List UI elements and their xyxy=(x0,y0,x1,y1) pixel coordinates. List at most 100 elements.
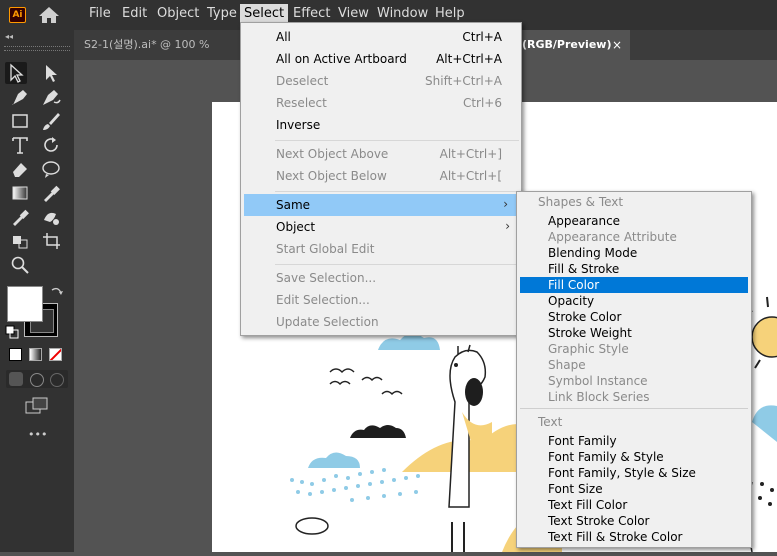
submenu-item-label: Symbol Instance xyxy=(548,374,648,388)
menu-separator xyxy=(275,140,519,141)
menu-item-shortcut: Shift+Ctrl+A xyxy=(425,74,502,88)
swap-fill-stroke-icon[interactable] xyxy=(49,285,63,299)
draw-normal-icon[interactable] xyxy=(9,372,23,386)
menu-item-shortcut: Ctrl+6 xyxy=(462,96,502,110)
menu-item-object[interactable]: Object › xyxy=(242,216,520,238)
menu-edit[interactable]: Edit xyxy=(122,6,147,21)
menu-item-label: All on Active Artboard xyxy=(276,52,407,66)
menu-item-update-selection[interactable]: Update Selection xyxy=(242,311,520,333)
menu-item-all-on-active-artboard[interactable]: All on Active Artboard Alt+Ctrl+A xyxy=(242,48,520,70)
submenu-item-appearance-attribute[interactable]: Appearance Attribute xyxy=(520,229,748,245)
artboard-tool-icon[interactable] xyxy=(40,230,62,252)
same-submenu: Shapes & Text Appearance Appearance Attr… xyxy=(516,191,752,548)
direct-selection-tool-icon[interactable] xyxy=(40,62,62,84)
tab-close-icon[interactable]: × xyxy=(612,30,622,60)
dot-pattern xyxy=(290,468,420,502)
menu-item-shortcut: Alt+Ctrl+] xyxy=(439,147,502,161)
tab-document-1[interactable]: S2-1(설명).ai* @ 100 % (RGB/Pr xyxy=(74,30,240,81)
selection-tool-icon[interactable] xyxy=(5,62,27,84)
menu-item-label: Next Object Below xyxy=(276,169,387,183)
home-icon[interactable] xyxy=(38,6,60,24)
paintbrush-tool-icon[interactable] xyxy=(40,110,62,132)
submenu-item-label: Appearance xyxy=(548,214,621,228)
illustrator-logo: Ai xyxy=(9,7,26,23)
blend-tool-icon[interactable] xyxy=(9,206,31,228)
curvature-tool-icon[interactable] xyxy=(40,86,62,108)
submenu-arrow-icon: › xyxy=(503,197,508,211)
submenu-item-text-stroke-color[interactable]: Text Stroke Color xyxy=(520,513,748,529)
menu-item-next-object-above[interactable]: Next Object Above Alt+Ctrl+] xyxy=(242,143,520,165)
submenu-item-blending-mode[interactable]: Blending Mode xyxy=(520,245,748,261)
submenu-item-link-block-series[interactable]: Link Block Series xyxy=(520,389,748,405)
menu-effect[interactable]: Effect xyxy=(293,6,330,21)
submenu-item-shape[interactable]: Shape xyxy=(520,357,748,373)
submenu-item-font-family[interactable]: Font Family xyxy=(520,433,748,449)
draw-inside-icon[interactable] xyxy=(50,373,64,387)
menu-item-label: Next Object Above xyxy=(276,147,389,161)
more-tools-icon[interactable]: ••• xyxy=(28,428,47,441)
panel-grip[interactable] xyxy=(4,46,70,51)
rectangle-tool-icon[interactable] xyxy=(9,110,31,132)
collapse-panel-icon[interactable]: ◂◂ xyxy=(5,32,13,41)
submenu-item-label: Opacity xyxy=(548,294,595,308)
menu-item-deselect[interactable]: Deselect Shift+Ctrl+A xyxy=(242,70,520,92)
live-paint-tool-icon[interactable] xyxy=(9,230,31,252)
menu-item-all[interactable]: All Ctrl+A xyxy=(242,26,520,48)
none-mode-icon[interactable] xyxy=(49,348,62,361)
submenu-item-label: Text Stroke Color xyxy=(548,514,650,528)
menu-file[interactable]: File xyxy=(89,6,111,21)
warp-tool-icon[interactable] xyxy=(40,158,62,180)
submenu-item-appearance[interactable]: Appearance xyxy=(520,213,748,229)
tab-document-2-title: (RGB/Preview) xyxy=(522,38,612,51)
menu-item-inverse[interactable]: Inverse xyxy=(242,114,520,136)
submenu-header-shapes-text: Shapes & Text xyxy=(538,195,624,209)
submenu-item-font-family-style[interactable]: Font Family & Style xyxy=(520,449,748,465)
menu-item-save-selection[interactable]: Save Selection... xyxy=(242,267,520,289)
rotate-tool-icon[interactable] xyxy=(40,134,62,156)
submenu-item-graphic-style[interactable]: Graphic Style xyxy=(520,341,748,357)
submenu-item-font-size[interactable]: Font Size xyxy=(520,481,748,497)
menu-item-label: All xyxy=(276,30,291,44)
shape-builder-tool-icon[interactable] xyxy=(40,206,62,228)
draw-behind-icon[interactable] xyxy=(30,373,44,387)
submenu-item-label: Font Family, Style & Size xyxy=(548,466,696,480)
pen-tool-icon[interactable] xyxy=(9,86,31,108)
eraser-tool-icon[interactable] xyxy=(9,158,31,180)
menu-item-reselect[interactable]: Reselect Ctrl+6 xyxy=(242,92,520,114)
submenu-item-opacity[interactable]: Opacity xyxy=(520,293,748,309)
submenu-item-stroke-weight[interactable]: Stroke Weight xyxy=(520,325,748,341)
color-mode-icon[interactable] xyxy=(9,348,22,361)
default-colors-icon[interactable] xyxy=(5,325,19,339)
menu-view[interactable]: View xyxy=(338,6,369,21)
gradient-tool-icon[interactable] xyxy=(9,182,31,204)
submenu-item-font-family-style-size[interactable]: Font Family, Style & Size xyxy=(520,465,748,481)
submenu-item-text-fill-stroke-color[interactable]: Text Fill & Stroke Color xyxy=(520,529,748,545)
menu-item-label: Save Selection... xyxy=(276,271,377,285)
submenu-item-label: Link Block Series xyxy=(548,390,650,404)
menu-item-start-global-edit[interactable]: Start Global Edit xyxy=(242,238,520,260)
menu-item-next-object-below[interactable]: Next Object Below Alt+Ctrl+[ xyxy=(242,165,520,187)
menu-separator xyxy=(275,264,519,265)
type-tool-icon[interactable] xyxy=(9,134,31,156)
zoom-tool-icon[interactable] xyxy=(9,254,31,276)
eyedropper-tool-icon[interactable] xyxy=(40,182,62,204)
submenu-item-stroke-color[interactable]: Stroke Color xyxy=(520,309,748,325)
submenu-item-fill-stroke[interactable]: Fill & Stroke xyxy=(520,261,748,277)
menu-item-label: Same xyxy=(276,198,311,212)
submenu-item-label: Fill & Stroke xyxy=(548,262,620,276)
submenu-item-text-fill-color[interactable]: Text Fill Color xyxy=(520,497,748,513)
submenu-item-symbol-instance[interactable]: Symbol Instance xyxy=(520,373,748,389)
menu-select[interactable]: Select xyxy=(240,4,289,23)
menu-item-same[interactable]: Same › xyxy=(244,194,518,216)
menu-separator xyxy=(275,191,519,192)
menu-type[interactable]: Type xyxy=(207,6,237,21)
submenu-item-fill-color[interactable]: Fill Color xyxy=(520,277,748,293)
fill-swatch[interactable] xyxy=(7,286,43,322)
menu-object[interactable]: Object xyxy=(157,6,199,21)
submenu-item-label: Font Size xyxy=(548,482,603,496)
screen-mode-icon[interactable] xyxy=(25,397,49,415)
menu-item-edit-selection[interactable]: Edit Selection... xyxy=(242,289,520,311)
menu-window[interactable]: Window xyxy=(377,6,428,21)
gradient-mode-icon[interactable] xyxy=(29,348,42,361)
menu-help[interactable]: Help xyxy=(435,6,465,21)
